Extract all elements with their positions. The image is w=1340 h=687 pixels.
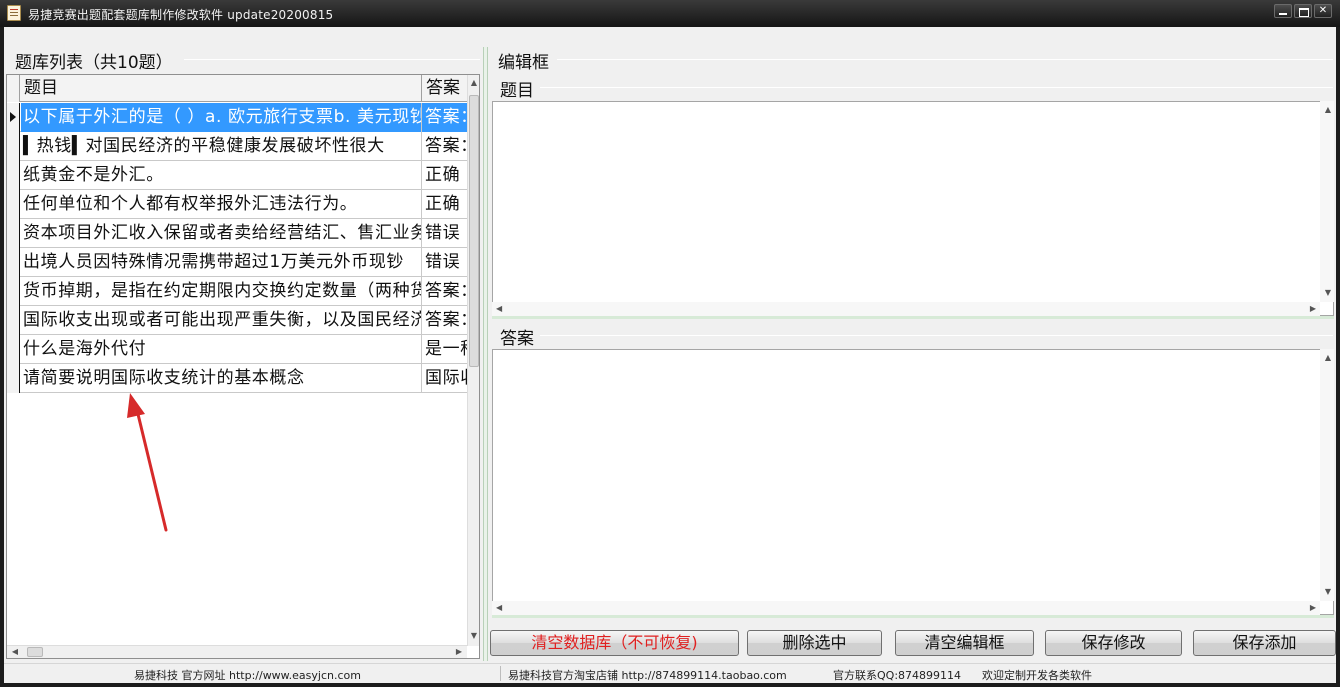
table-row[interactable]: 什么是海外代付是一种 (7, 335, 467, 364)
status-separator (500, 666, 501, 681)
answer-label: 答案 (498, 324, 536, 349)
clear-database-button[interactable]: 清空数据库（不可恢复) (490, 630, 739, 656)
row-header[interactable] (7, 190, 20, 219)
answer-cell[interactable]: 错误 (422, 219, 467, 248)
textarea-resize-strip (492, 615, 1334, 618)
groupbox-line (184, 59, 480, 60)
table-row[interactable]: 以下属于外汇的是（ ）a. 欧元旅行支票b. 美元现钞答案： (7, 103, 467, 132)
answer-cell[interactable]: 答案： (422, 132, 467, 161)
scroll-right-arrow-icon[interactable]: ▶ (453, 647, 465, 657)
question-cell[interactable]: 以下属于外汇的是（ ）a. 欧元旅行支票b. 美元现钞 (21, 103, 422, 132)
scroll-thumb[interactable] (469, 95, 479, 367)
grid-rows: 以下属于外汇的是（ ）a. 欧元旅行支票b. 美元现钞答案：▍热钱▍对国民经济的… (7, 103, 467, 393)
minimize-button[interactable] (1274, 4, 1292, 18)
title-bar[interactable]: 易捷竞赛出题配套题库制作修改软件 update20200815 ✕ (0, 0, 1340, 27)
save-add-button[interactable]: 保存添加 (1193, 630, 1336, 656)
horizontal-scrollbar[interactable]: ◀ ▶ (7, 645, 467, 658)
maximize-button[interactable] (1294, 4, 1312, 18)
row-header[interactable] (7, 161, 20, 190)
question-cell[interactable]: 货币掉期，是指在约定期限内交换约定数量（两种货币 (21, 277, 422, 306)
table-row[interactable]: 出境人员因特殊情况需携带超过1万美元外币现钞错误 (7, 248, 467, 277)
row-header[interactable] (7, 132, 20, 161)
answer-cell[interactable]: 答案： (422, 277, 467, 306)
scroll-up-arrow-icon[interactable]: ▲ (468, 78, 480, 88)
panel-splitter[interactable] (483, 47, 488, 661)
row-header[interactable] (7, 306, 20, 335)
close-button[interactable]: ✕ (1314, 4, 1332, 18)
column-header-answer[interactable]: 答案 (422, 75, 467, 102)
status-website: 易捷科技 官方网址 http://www.easyjcn.com (134, 667, 361, 683)
grid-corner (7, 75, 20, 102)
question-grid[interactable]: 题目 答案 以下属于外汇的是（ ）a. 欧元旅行支票b. 美元现钞答案：▍热钱▍… (6, 74, 480, 659)
status-custom-dev: 欢迎定制开发各类软件 (982, 667, 1092, 683)
window-title: 易捷竞赛出题配套题库制作修改软件 update20200815 (28, 6, 333, 23)
answer-cell[interactable]: 正确 (422, 190, 467, 219)
table-row[interactable]: 纸黄金不是外汇。正确 (7, 161, 467, 190)
answer-cell[interactable]: 答案： (422, 103, 467, 132)
scroll-down-arrow-icon[interactable]: ▼ (468, 631, 480, 641)
row-header[interactable] (7, 219, 20, 248)
question-cell[interactable]: ▍热钱▍对国民经济的平稳健康发展破坏性很大 (21, 132, 422, 161)
groupbox-line (557, 59, 1333, 60)
question-cell[interactable]: 什么是海外代付 (21, 335, 422, 364)
groupbox-line (540, 87, 1333, 88)
question-textarea[interactable] (492, 101, 1334, 316)
question-cell[interactable]: 请简要说明国际收支统计的基本概念 (21, 364, 422, 393)
question-label: 题目 (498, 76, 536, 101)
scroll-left-arrow-icon[interactable]: ◀ (9, 647, 21, 657)
textarea-resize-strip (492, 316, 1334, 319)
vertical-scrollbar[interactable]: ▲ ▼ (467, 75, 480, 646)
table-row[interactable]: 资本项目外汇收入保留或者卖给经营结汇、售汇业务错误 (7, 219, 467, 248)
main-window: 题库列表（共10题） 题目 答案 以下属于外汇的是（ ）a. 欧元旅行支票b. … (4, 27, 1336, 683)
row-selector-arrow-icon[interactable] (7, 103, 20, 132)
question-cell[interactable]: 纸黄金不是外汇。 (21, 161, 422, 190)
question-cell[interactable]: 任何单位和个人都有权举报外汇违法行为。 (21, 190, 422, 219)
table-row[interactable]: 货币掉期，是指在约定期限内交换约定数量（两种货币答案： (7, 277, 467, 306)
column-header-question[interactable]: 题目 (20, 75, 422, 102)
table-row[interactable]: ▍热钱▍对国民经济的平稳健康发展破坏性很大答案： (7, 132, 467, 161)
clear-edit-box-button[interactable]: 清空编辑框 (895, 630, 1034, 656)
status-bar: 易捷科技 官方网址 http://www.easyjcn.com 易捷科技官方淘… (4, 663, 1336, 683)
question-list-legend: 题库列表（共10题） (13, 48, 175, 73)
answer-textarea[interactable] (492, 349, 1334, 615)
status-qq-contact: 官方联系QQ:874899114 (833, 667, 961, 683)
answer-cell[interactable]: 答案： (422, 306, 467, 335)
groupbox-line (540, 335, 1333, 336)
scroll-thumb[interactable] (27, 647, 43, 657)
question-cell[interactable]: 国际收支出现或者可能出现严重失衡，以及国民经济 (21, 306, 422, 335)
answer-cell[interactable]: 是一种 (422, 335, 467, 364)
app-icon (7, 5, 21, 21)
grid-header: 题目 答案 (7, 75, 467, 102)
save-changes-button[interactable]: 保存修改 (1045, 630, 1182, 656)
status-taobao-shop: 易捷科技官方淘宝店铺 http://874899114.taobao.com (508, 667, 787, 683)
row-header[interactable] (7, 248, 20, 277)
table-row[interactable]: 请简要说明国际收支统计的基本概念国际收 (7, 364, 467, 393)
question-cell[interactable]: 资本项目外汇收入保留或者卖给经营结汇、售汇业务 (21, 219, 422, 248)
row-header[interactable] (7, 335, 20, 364)
delete-selected-button[interactable]: 删除选中 (747, 630, 882, 656)
table-row[interactable]: 国际收支出现或者可能出现严重失衡，以及国民经济答案： (7, 306, 467, 335)
question-cell[interactable]: 出境人员因特殊情况需携带超过1万美元外币现钞 (21, 248, 422, 277)
edit-box-legend: 编辑框 (496, 48, 551, 73)
answer-cell[interactable]: 国际收 (422, 364, 467, 393)
answer-cell[interactable]: 错误 (422, 248, 467, 277)
answer-cell[interactable]: 正确 (422, 161, 467, 190)
row-header[interactable] (7, 277, 20, 306)
table-row[interactable]: 任何单位和个人都有权举报外汇违法行为。正确 (7, 190, 467, 219)
row-header[interactable] (7, 364, 20, 393)
